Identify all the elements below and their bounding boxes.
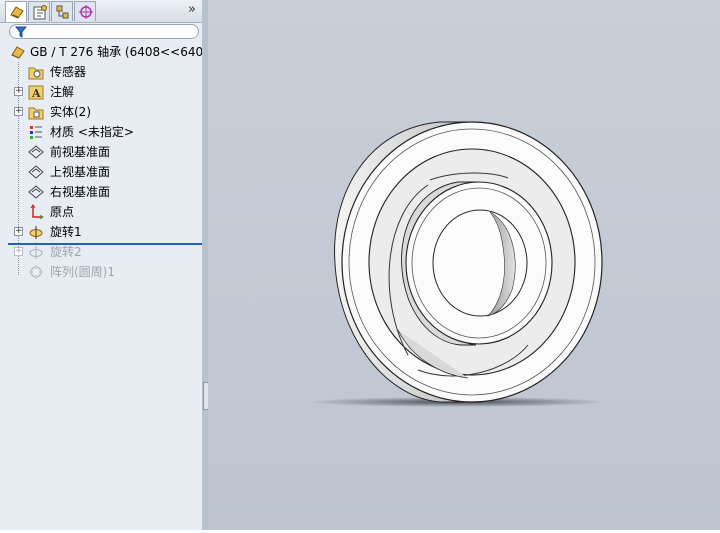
expand-toggle[interactable]: + [14, 247, 23, 256]
tree-item-right-plane[interactable]: 右视基准面 [8, 183, 202, 201]
solid-bodies-icon [28, 107, 44, 120]
circular-pattern-icon [29, 265, 43, 279]
tree-item-circular-pattern[interactable]: 阵列(圆周)1 [8, 263, 202, 281]
plane-icon [28, 145, 44, 159]
bearing-model [308, 121, 608, 407]
tree-item-front-plane[interactable]: 前视基准面 [8, 143, 202, 161]
revolve-icon [29, 246, 43, 259]
tree-item-revolve1[interactable]: + 旋转1 [8, 223, 202, 241]
plane-icon [28, 165, 44, 179]
revolve-icon [29, 226, 43, 239]
tree-item-origin[interactable]: 原点 [8, 203, 202, 221]
tree-item-label: 注解 [50, 85, 75, 99]
tree-filter-input[interactable] [9, 24, 199, 39]
tree-item-revolve2[interactable]: + 旋转2 [8, 243, 202, 261]
tree-item-label: 传感器 [50, 65, 87, 79]
propertymanager-icon [33, 5, 47, 20]
dimxpert-icon [79, 5, 93, 19]
tree-item-label: 实体(2) [50, 105, 91, 119]
configurationmanager-icon [56, 5, 69, 19]
tree-item-material[interactable]: 材质 <未指定> [8, 123, 202, 141]
tree-item-sensors[interactable]: 传感器 [8, 63, 202, 81]
tree-item-top-plane[interactable]: 上视基准面 [8, 163, 202, 181]
tree-item-label: 上视基准面 [50, 165, 111, 179]
tree-item-label: 旋转1 [50, 225, 82, 239]
featuremanager-icon [10, 6, 24, 19]
plane-icon [28, 185, 44, 199]
tree-root-label: GB / T 276 轴承 (6408<<6408 [30, 45, 211, 59]
tree-item-label: 阵列(圆周)1 [50, 265, 115, 279]
material-icon [30, 126, 42, 139]
origin-icon [30, 204, 44, 220]
annotations-icon: A [28, 85, 44, 100]
expand-toggle[interactable]: + [14, 227, 23, 236]
expand-toggle[interactable]: + [14, 87, 23, 96]
tab-configurationmanager[interactable] [51, 1, 73, 21]
graphics-viewport[interactable] [208, 0, 720, 530]
tree-item-solid-bodies[interactable]: + 实体(2) [8, 103, 202, 121]
tree-item-label: 原点 [50, 205, 75, 219]
tree-item-annotations[interactable]: + A 注解 [8, 83, 202, 101]
tab-dimxpert[interactable] [74, 1, 96, 21]
tree-item-label: 前视基准面 [50, 145, 111, 159]
feature-manager-panel: » GB / T 276 轴承 (6408<<6408 传感器 + A 注解 + [0, 0, 211, 530]
part-icon [11, 46, 25, 59]
filter-icon [15, 26, 27, 38]
tree-item-label: 材质 <未指定> [50, 125, 134, 139]
more-tabs-button[interactable]: » [188, 2, 196, 17]
tree-item-label: 旋转2 [50, 245, 82, 259]
tab-propertymanager[interactable] [28, 1, 50, 21]
manager-tab-bar: » [0, 0, 202, 23]
tab-featuremanager[interactable] [5, 1, 27, 22]
sensor-folder-icon [28, 67, 44, 80]
tree-root-part[interactable]: GB / T 276 轴承 (6408<<6408 [8, 43, 211, 61]
svg-text:A: A [31, 87, 41, 100]
expand-toggle[interactable]: + [14, 107, 23, 116]
tree-item-label: 右视基准面 [50, 185, 111, 199]
